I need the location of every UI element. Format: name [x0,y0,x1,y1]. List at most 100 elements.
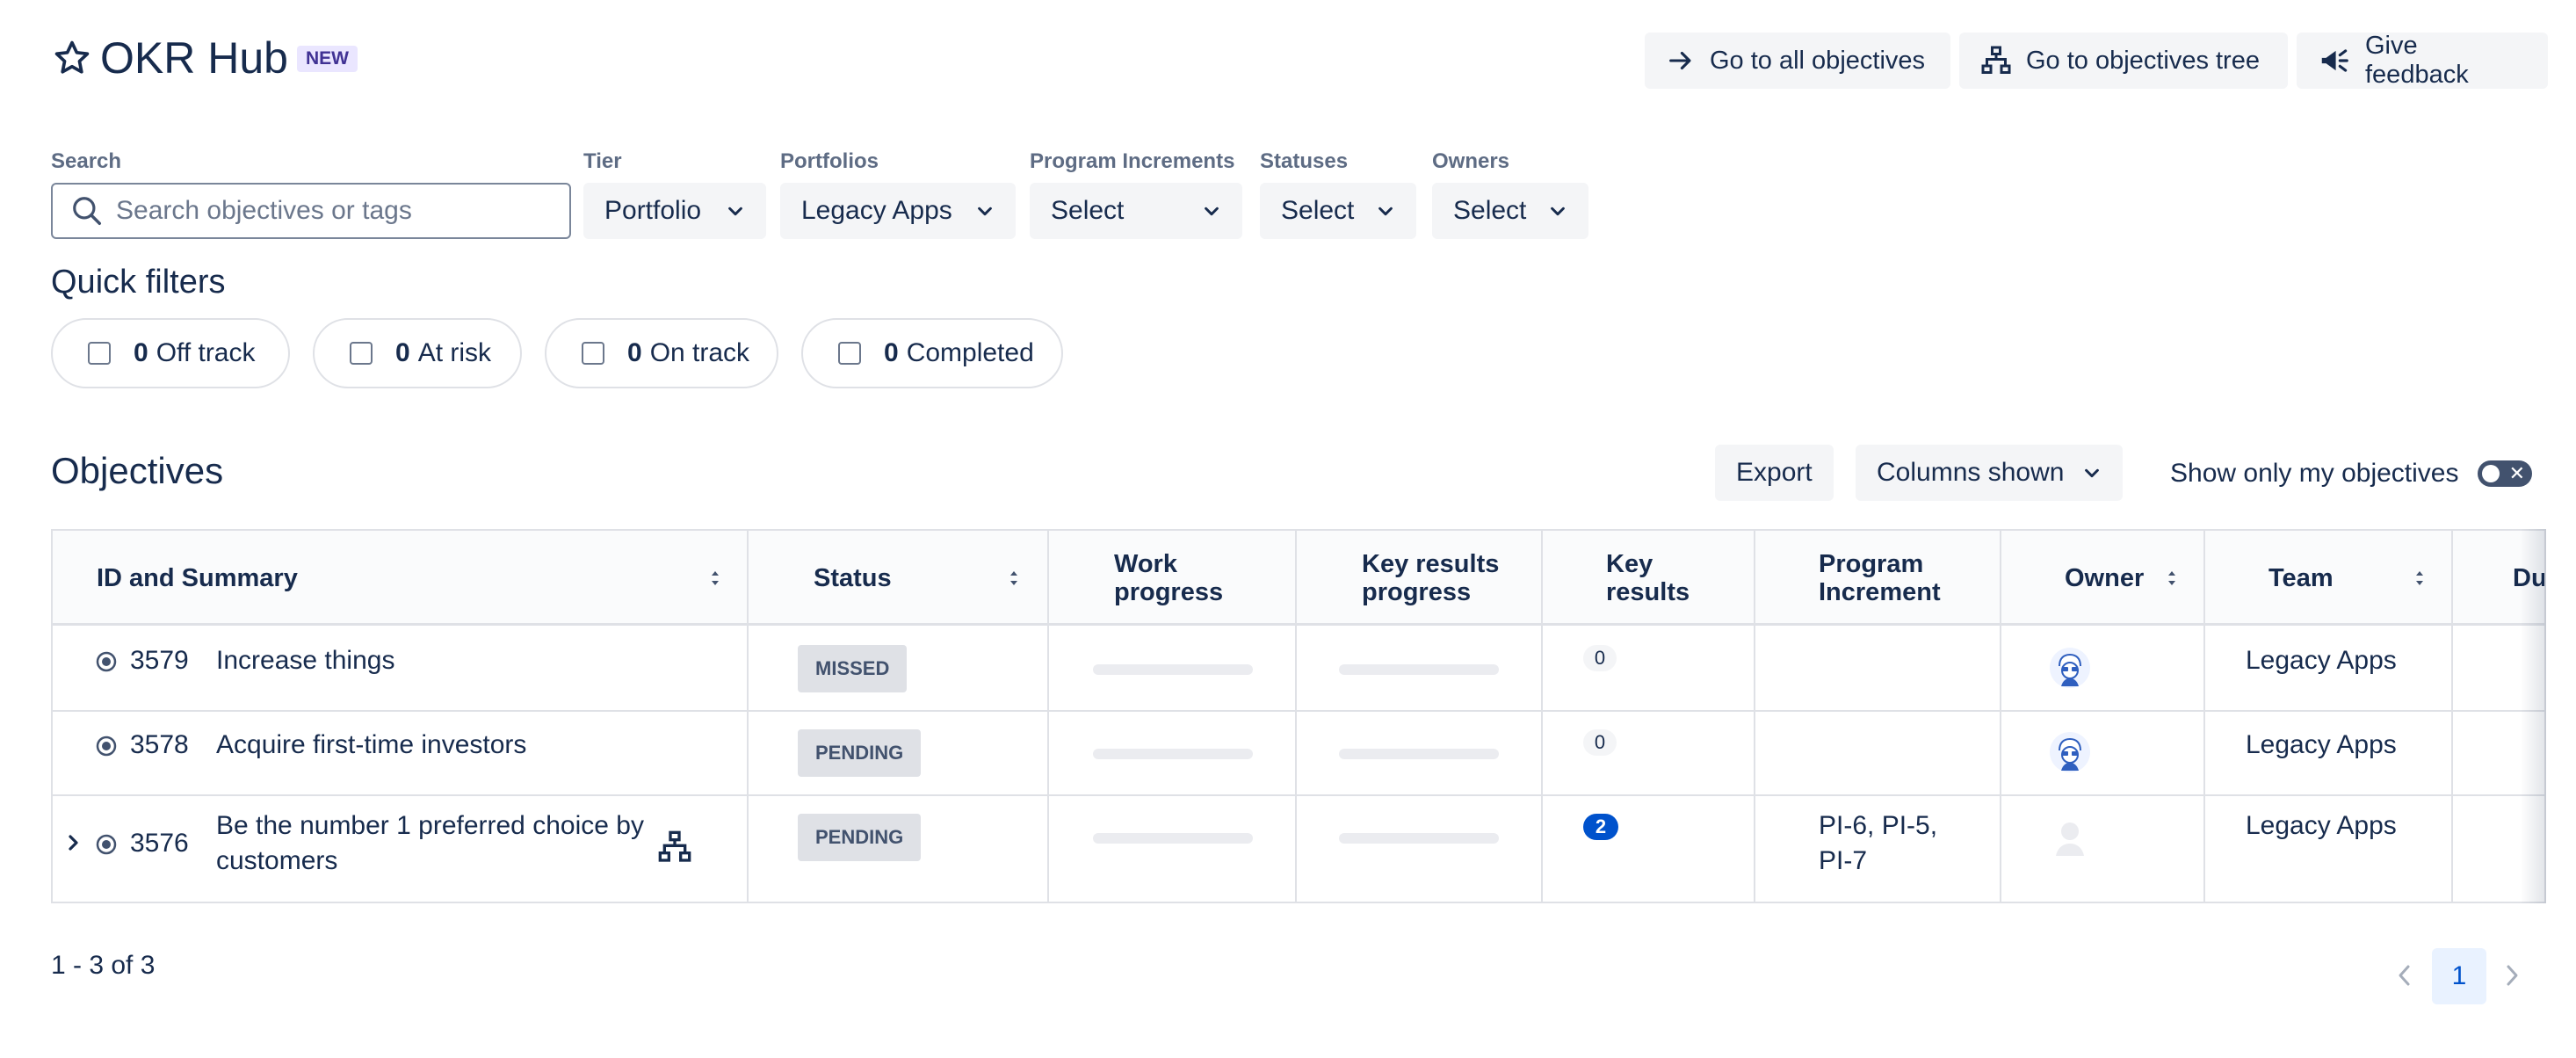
search-field[interactable] [51,183,571,239]
chevron-down-icon [1378,207,1393,216]
objective-id: 3579 [130,646,189,675]
pi-line: PI-7 [1819,846,1868,875]
column-header-status[interactable]: Status [814,531,892,626]
key-results-progress-bar [1339,749,1499,759]
go-to-objectives-tree-button[interactable]: Go to objectives tree [1959,33,2288,89]
program-increments-select[interactable]: Select [1030,183,1242,239]
sort-icon[interactable] [710,569,720,588]
objective-summary-link[interactable]: Increase things [216,643,394,678]
column-header-owner[interactable]: Owner [2065,531,2144,626]
program-increments-value: Select [1051,196,1125,225]
key-results-count[interactable]: 2 [1583,814,1618,840]
statuses-select[interactable]: Select [1260,183,1416,239]
toggle-knob [2482,465,2500,482]
quick-filter-completed[interactable]: 0 Completed [801,318,1063,388]
work-progress-bar [1093,833,1253,844]
table-row[interactable]: 3578 Acquire first-time investors PENDIN… [53,710,2544,794]
statuses-label: Statuses [1260,149,1349,173]
quick-filter-label: Completed [906,338,1034,367]
portfolios-select[interactable]: Legacy Apps [780,183,1016,239]
scroll-shadow [2520,529,2546,903]
quick-filter-count: 0 [627,338,642,367]
column-header-team[interactable]: Team [2268,531,2334,626]
person-glasses-avatar-icon [2050,648,2090,688]
quick-filter-label: At risk [417,338,492,367]
objectives-table: ID and Summary Status Work progress Key … [51,529,2546,903]
default-avatar-icon [2050,816,2090,857]
show-my-objectives-label: Show only my objectives [2170,459,2459,488]
key-results-count[interactable]: 0 [1583,729,1617,756]
quick-filter-label: On track [649,338,750,367]
header-line: Program [1819,550,1924,578]
table-row[interactable]: 3579 Increase things MISSED 0 Legacy App… [53,626,2544,710]
header-line: Key results [1362,550,1500,578]
sort-icon[interactable] [2167,569,2177,588]
summary-line: customers [216,846,338,875]
table-row[interactable]: 3576 Be the number 1 preferred choice by… [53,794,2544,902]
tier-label: Tier [583,149,622,173]
header-line: Key [1606,550,1653,578]
key-results-count[interactable]: 0 [1583,645,1617,671]
quick-filter-count: 0 [395,338,410,367]
chevron-right-icon[interactable] [67,833,81,852]
show-my-objectives-toggle[interactable]: ✕ [2478,460,2532,487]
program-increment-value: PI-6, PI-5, PI-7 [1819,808,1937,879]
chevron-down-icon [1205,207,1219,216]
owners-select[interactable]: Select [1432,183,1588,239]
checkbox[interactable] [838,342,861,365]
work-progress-bar [1093,664,1253,675]
sort-icon[interactable] [1009,569,1019,588]
portfolios-value: Legacy Apps [801,196,952,225]
quick-filter-on-track[interactable]: 0 On track [545,318,778,388]
pi-line: PI-6, PI-5, [1819,811,1938,840]
owners-value: Select [1453,196,1527,225]
chevron-left-icon[interactable] [2391,958,2418,993]
checkbox[interactable] [350,342,373,365]
go-to-all-objectives-button[interactable]: Go to all objectives [1645,33,1950,89]
give-feedback-label: Give feedback [2365,32,2469,89]
work-progress-bar [1093,749,1253,759]
statuses-value: Select [1281,196,1355,225]
chevron-down-icon [2085,468,2099,478]
sort-icon[interactable] [2414,569,2425,588]
export-button[interactable]: Export [1715,445,1834,501]
page-title: OKR Hub [100,33,288,83]
column-header-work-progress[interactable]: Work progress [1114,531,1223,626]
column-header-id-summary[interactable]: ID and Summary [97,531,298,626]
objective-id: 3576 [130,829,189,858]
status-badge: MISSED [798,645,908,692]
quick-filters-title: Quick filters [51,264,226,301]
column-header-key-results-progress[interactable]: Key results progress [1362,531,1499,626]
checkbox[interactable] [88,342,111,365]
tier-value: Portfolio [604,196,702,225]
search-input[interactable] [116,196,538,226]
new-badge: NEW [297,46,358,72]
star-icon[interactable] [53,39,91,77]
page-button-current[interactable]: 1 [2432,948,2486,1004]
summary-line: Be the number 1 preferred choice by [216,811,644,840]
tier-select[interactable]: Portfolio [583,183,766,239]
person-glasses-avatar-icon [2050,732,2090,772]
columns-shown-button[interactable]: Columns shown [1856,445,2123,501]
objective-summary-link[interactable]: Be the number 1 preferred choice by cust… [216,808,644,879]
objective-target-icon [96,651,117,672]
objective-summary-link[interactable]: Acquire first-time investors [216,728,526,763]
team-name: Legacy Apps [2246,646,2397,675]
column-header-key-results[interactable]: Key results [1606,531,1690,626]
quick-filter-label: Off track [156,338,256,367]
header-line: Increment [1819,578,1941,606]
hierarchy-icon[interactable] [657,830,692,865]
megaphone-icon [2321,49,2348,72]
checkbox[interactable] [582,342,604,365]
owners-label: Owners [1432,149,1510,173]
quick-filter-at-risk[interactable]: 0 At risk [313,318,522,388]
chevron-right-icon[interactable] [2499,958,2525,993]
quick-filter-off-track[interactable]: 0 Off track [51,318,290,388]
status-badge: PENDING [798,729,922,777]
column-header-program-increment[interactable]: Program Increment [1819,531,1941,626]
key-results-progress-bar [1339,664,1499,675]
give-feedback-button[interactable]: Give feedback [2297,32,2548,89]
go-to-objectives-tree-label: Go to objectives tree [2026,46,2260,75]
team-name: Legacy Apps [2246,811,2397,840]
status-badge: PENDING [798,814,922,861]
